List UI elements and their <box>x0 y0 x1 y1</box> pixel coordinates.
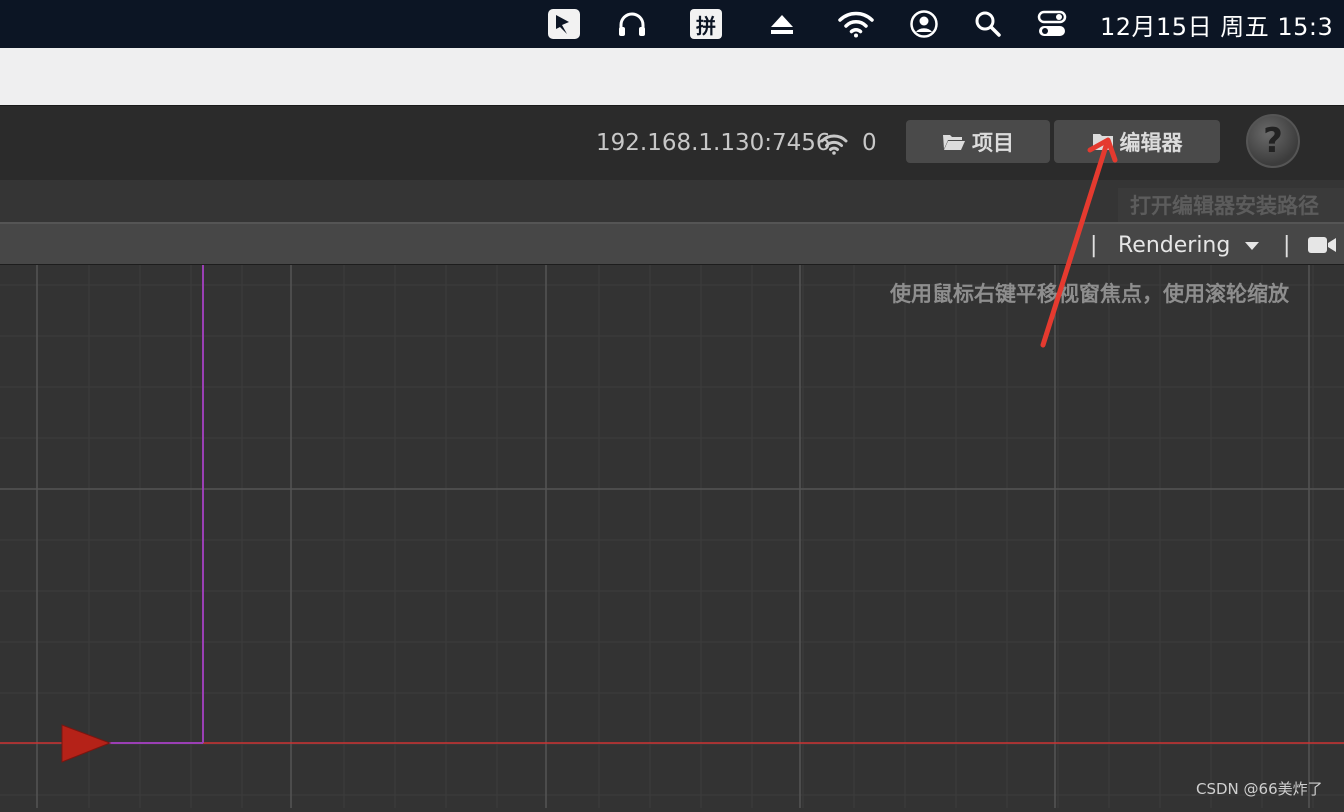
connected-device-count: 0 <box>862 130 877 156</box>
browser-tab-strip <box>0 48 1344 106</box>
open-project-button[interactable]: 项目 <box>906 120 1050 163</box>
chevron-down-icon <box>1245 241 1260 250</box>
user-account-icon[interactable] <box>906 0 942 48</box>
rendering-dropdown-label: Rendering <box>1118 233 1231 258</box>
preview-server-address[interactable]: 192.168.1.130:7456 <box>596 106 831 180</box>
open-editor-label: 编辑器 <box>1119 130 1183 155</box>
menu-bar-clock[interactable]: 12月15日 周五 15:3 <box>1100 0 1333 48</box>
camera-icon[interactable] <box>1307 235 1337 255</box>
control-center-icon[interactable] <box>1034 0 1070 48</box>
editor-path-tooltip: 打开编辑器安装路径 <box>1118 188 1344 222</box>
help-button[interactable]: ? <box>1246 114 1300 168</box>
system-menu-bar: 拼 12月15日 周五 15:3 <box>0 0 1344 48</box>
headphones-icon[interactable] <box>614 0 650 48</box>
origin-gizmo-arrow[interactable] <box>61 724 112 763</box>
open-editor-button[interactable]: 编辑器 <box>1054 120 1220 163</box>
input-method-label: 拼 <box>690 9 722 39</box>
editor-toolbar: 192.168.1.130:7456 0 项目 编辑器 <box>0 106 1344 180</box>
scene-viewport[interactable] <box>0 265 1344 808</box>
wifi-icon[interactable] <box>836 0 876 48</box>
open-project-label: 项目 <box>972 130 1014 155</box>
watermark: CSDN @66美炸了 <box>1196 780 1323 798</box>
scene-grid <box>0 265 1344 808</box>
feishu-icon[interactable] <box>546 0 582 48</box>
spotlight-search-icon[interactable] <box>970 0 1006 48</box>
eject-icon[interactable] <box>764 0 800 48</box>
input-method-icon[interactable]: 拼 <box>688 0 724 48</box>
help-icon: ? <box>1263 121 1283 161</box>
header-separator: | <box>1283 233 1291 258</box>
header-separator: | <box>1090 233 1098 258</box>
connection-wifi-icon <box>820 134 848 155</box>
folder-icon <box>1092 133 1113 150</box>
folder-open-icon <box>943 134 965 150</box>
scene-view-header: | Rendering | <box>0 222 1344 265</box>
viewport-hint-text: 使用鼠标右键平移视窗焦点，使用滚轮缩放 <box>890 282 1289 306</box>
rendering-dropdown[interactable]: Rendering <box>1118 224 1260 267</box>
